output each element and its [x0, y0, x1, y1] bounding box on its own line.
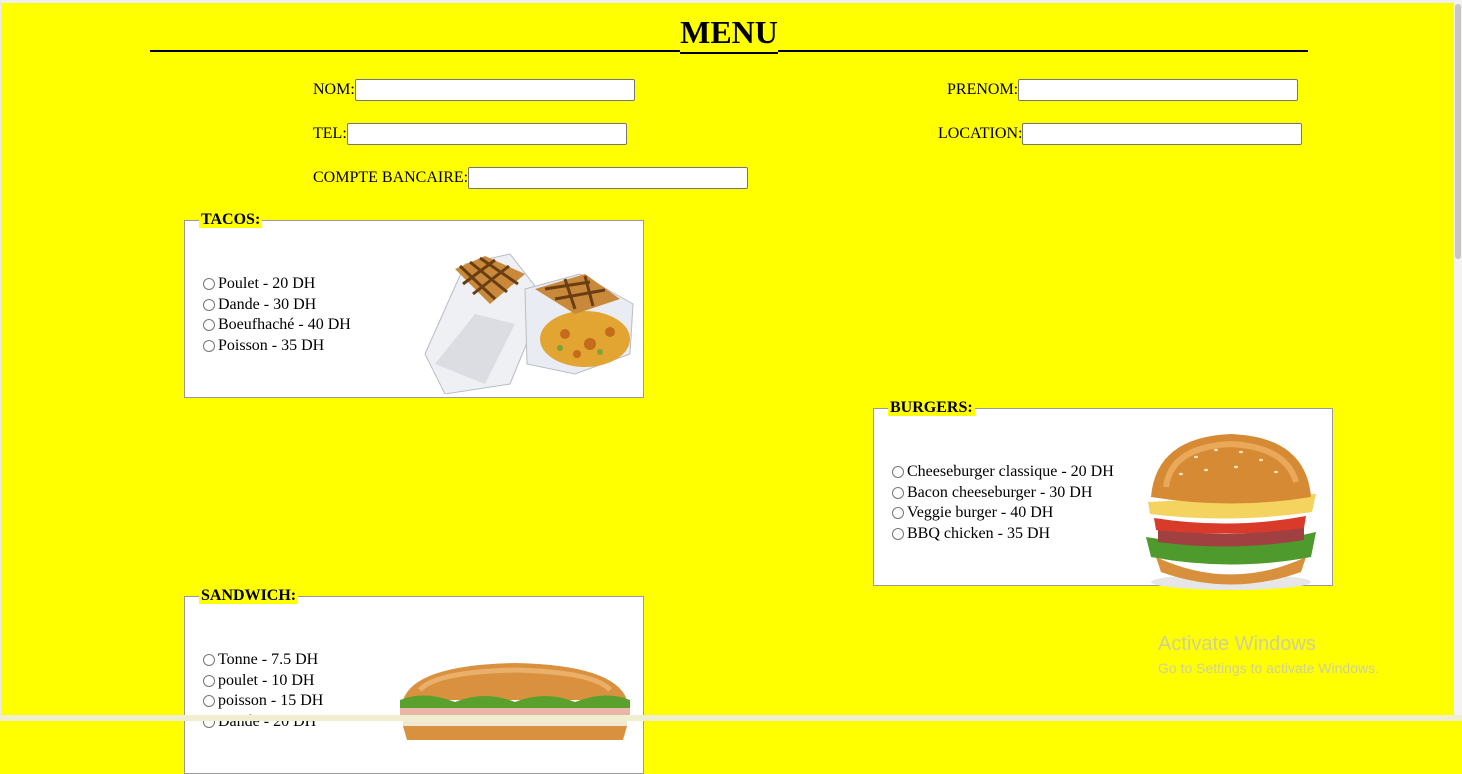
tacos-option[interactable]: Poisson - 35 DH	[203, 336, 351, 357]
nom-label: NOM:	[313, 81, 355, 98]
sandwich-legend: SANDWICH:	[199, 587, 299, 604]
page-title: MENU	[680, 14, 778, 54]
burgers-options: Cheeseburger classique - 20 DH Bacon che…	[892, 462, 1114, 544]
radio-button[interactable]	[203, 319, 215, 332]
watermark-title: Activate Windows	[1158, 633, 1316, 655]
nom-input[interactable]	[354, 79, 635, 101]
nom-field-group: NOM:	[313, 79, 635, 101]
prenom-input[interactable]	[1018, 79, 1299, 101]
burgers-option[interactable]: Cheeseburger classique - 20 DH	[892, 462, 1114, 483]
prenom-label: PRENOM:	[947, 81, 1019, 98]
radio-button[interactable]	[892, 486, 904, 499]
location-label: LOCATION:	[938, 125, 1023, 142]
tacos-image	[424, 253, 634, 394]
sandwich-option[interactable]: poisson - 15 DH	[203, 691, 323, 712]
tel-label: TEL:	[313, 125, 347, 142]
radio-button[interactable]	[203, 298, 215, 311]
title-row: MENU	[150, 12, 1309, 54]
compte-bancaire-input[interactable]	[468, 167, 749, 189]
radio-button[interactable]	[203, 278, 215, 291]
tel-input[interactable]	[346, 123, 627, 145]
sandwich-option[interactable]: Tonne - 7.5 DH	[203, 650, 323, 671]
sandwich-fieldset: SANDWICH: Tonne - 7.5 DH poulet - 10 DH …	[184, 588, 644, 774]
activate-windows-watermark: Activate Windows Go to Settings to activ…	[1158, 632, 1379, 680]
tacos-legend: TACOS:	[199, 211, 263, 228]
burgers-option[interactable]: Bacon cheeseburger - 30 DH	[892, 483, 1114, 504]
tacos-options: Poulet - 20 DH Dande - 30 DH Boeufhaché …	[203, 274, 351, 356]
radio-button[interactable]	[892, 507, 904, 520]
title-rule-right	[777, 50, 1309, 52]
title-rule-left	[150, 50, 681, 52]
burgers-legend: BURGERS:	[888, 399, 975, 416]
location-field-group: LOCATION:	[938, 123, 1303, 145]
radio-button[interactable]	[892, 466, 904, 479]
sandwich-image	[400, 663, 630, 740]
vertical-scrollbar[interactable]	[1454, 0, 1462, 721]
tacos-fieldset: TACOS: Poulet - 20 DH Dande - 30 DH Boeu…	[184, 212, 644, 398]
tacos-option[interactable]: Dande - 30 DH	[203, 295, 351, 316]
sandwich-option[interactable]: poulet - 10 DH	[203, 671, 323, 692]
radio-button[interactable]	[203, 339, 215, 352]
prenom-field-group: PRENOM:	[947, 79, 1299, 101]
bottom-edge	[0, 715, 1462, 721]
burgers-fieldset: BURGERS: Cheeseburger classique - 20 DH …	[873, 399, 1333, 590]
radio-button[interactable]	[203, 654, 215, 667]
compte-bancaire-label: COMPTE BANCAIRE:	[313, 169, 469, 186]
watermark-subtitle: Go to Settings to activate Windows.	[1158, 660, 1379, 676]
compte-field-group: COMPTE BANCAIRE:	[313, 167, 749, 189]
tacos-option[interactable]: Poulet - 20 DH	[203, 274, 351, 295]
radio-button[interactable]	[203, 674, 215, 687]
scrollbar-thumb[interactable]	[1455, 4, 1461, 259]
location-input[interactable]	[1022, 123, 1303, 145]
burgers-option[interactable]: BBQ chicken - 35 DH	[892, 524, 1114, 545]
burgers-option[interactable]: Veggie burger - 40 DH	[892, 503, 1114, 524]
tel-field-group: TEL:	[313, 123, 627, 145]
burger-image	[1146, 434, 1316, 590]
radio-button[interactable]	[203, 695, 215, 708]
tacos-option[interactable]: Boeufhaché - 40 DH	[203, 315, 351, 336]
radio-button[interactable]	[892, 527, 904, 540]
